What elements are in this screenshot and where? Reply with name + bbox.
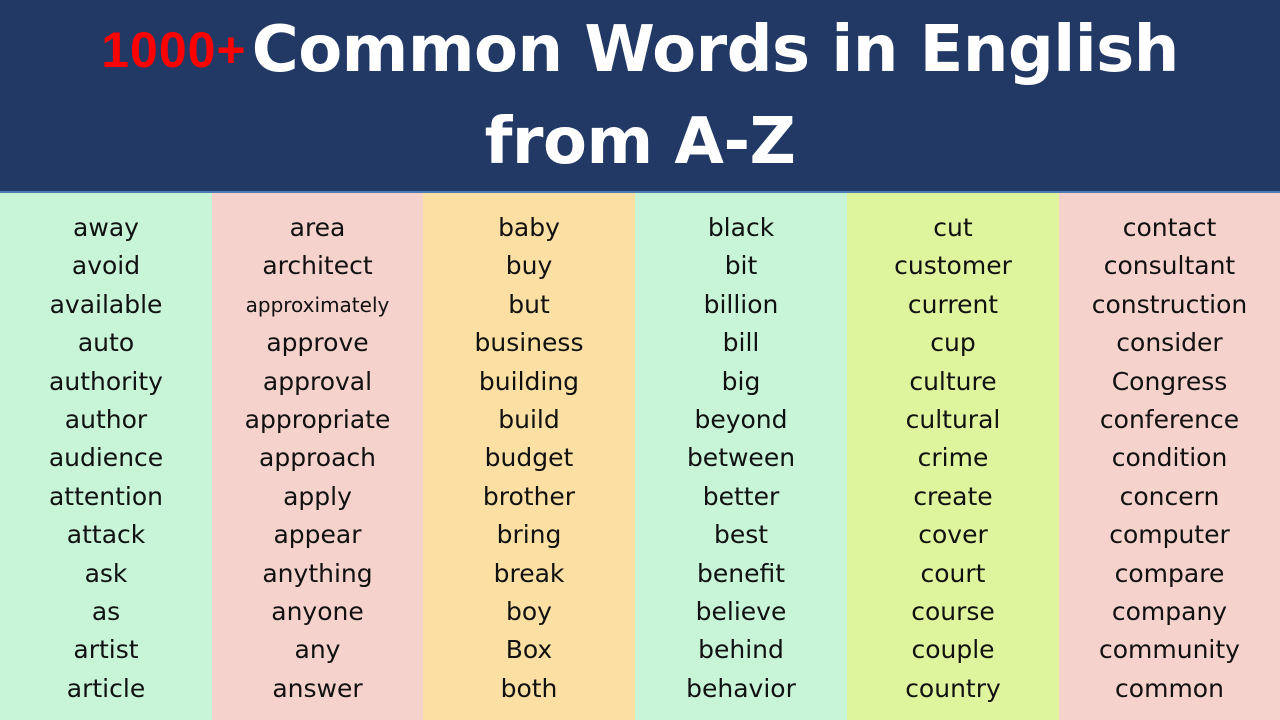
word-item: benefit [696, 558, 786, 588]
word-item: budget [484, 443, 574, 473]
word-item: article [66, 673, 146, 703]
word-item: business [474, 328, 584, 358]
word-count-badge: 1000+ [101, 22, 247, 78]
word-item: company [1111, 596, 1228, 626]
word-item: boy [506, 596, 552, 626]
word-item: approach [259, 443, 376, 473]
page-title: Common Words in English [251, 13, 1180, 87]
word-item: away [73, 213, 139, 242]
word-item: better [702, 481, 780, 511]
title-line-1: 1000+ Common Words in English [0, 8, 1280, 93]
word-column-a2: area architect approximately approve approva… [212, 193, 423, 720]
word-item: avoid [71, 251, 141, 281]
word-item: available [49, 289, 163, 319]
word-item: auto [77, 328, 135, 358]
word-item: artist [73, 635, 139, 665]
word-item: cultural [905, 404, 1001, 434]
word-item: break [493, 558, 565, 588]
word-item: country [905, 673, 1001, 703]
word-item: couple [911, 635, 995, 665]
word-item: compare [1114, 558, 1225, 588]
word-item: create [913, 481, 993, 511]
word-item: approximately [245, 292, 390, 317]
word-item: computer [1109, 520, 1230, 550]
word-item: area [289, 213, 346, 242]
word-item: authority [49, 366, 163, 396]
word-item: approval [262, 366, 373, 396]
word-item: beyond [694, 404, 788, 434]
word-item: buy [505, 251, 553, 281]
word-item: answer [272, 673, 363, 703]
word-item: community [1099, 635, 1240, 665]
word-item: course [911, 596, 995, 626]
word-item: behavior [686, 673, 796, 703]
word-item: concern [1119, 481, 1220, 511]
word-item: ask [84, 558, 128, 588]
word-column-c2: contact consultant construction consider Con… [1059, 193, 1280, 720]
word-item: crime [917, 443, 989, 473]
page-subtitle: from A-Z [484, 105, 796, 179]
word-item: bring [496, 520, 562, 550]
word-item: approve [266, 328, 369, 358]
word-item: current [907, 289, 999, 319]
word-item: attack [66, 520, 146, 550]
word-item: Congress [1111, 366, 1228, 396]
word-item: customer [894, 251, 1012, 281]
word-columns: away avoid available auto authority author aud… [0, 193, 1280, 720]
word-item: brother [482, 481, 576, 511]
word-item: between [686, 443, 796, 473]
word-item: build [498, 404, 560, 434]
word-item: construction [1091, 289, 1248, 319]
word-item: baby [498, 213, 560, 242]
word-item: appear [273, 520, 362, 550]
word-item: bit [724, 251, 758, 281]
word-item: anything [262, 558, 373, 588]
word-item: any [294, 635, 341, 665]
word-item: building [478, 366, 580, 396]
word-item: culture [909, 366, 997, 396]
word-item: conference [1099, 404, 1240, 434]
word-item: anyone [271, 596, 364, 626]
word-item: big [721, 366, 761, 396]
word-item: architect [262, 251, 373, 281]
word-item: Box [505, 635, 553, 665]
word-item: common [1115, 673, 1224, 703]
word-item: both [500, 673, 558, 703]
word-item: contact [1122, 213, 1217, 242]
word-item: best [713, 520, 769, 550]
word-column-b2: black bit billion bill big beyond between bette… [635, 193, 847, 720]
word-item: cover [918, 520, 988, 550]
word-item: appropriate [244, 404, 391, 434]
word-column-c1: cut customer current cup culture cultural crim… [847, 193, 1059, 720]
word-item: cup [930, 328, 976, 358]
word-item: behind [698, 635, 784, 665]
word-item: court [920, 558, 986, 588]
word-item: cut [933, 213, 973, 242]
word-item: black [707, 213, 775, 242]
word-item: condition [1111, 443, 1228, 473]
word-item: consider [1116, 328, 1223, 358]
word-item: audience [48, 443, 164, 473]
word-item: author [64, 404, 148, 434]
word-item: apply [283, 481, 352, 511]
word-item: bill [722, 328, 760, 358]
word-column-a1: away avoid available auto authority author aud… [0, 193, 212, 720]
word-item: consultant [1103, 251, 1236, 281]
word-item: attention [48, 481, 164, 511]
word-item: believe [695, 596, 787, 626]
word-column-b1: baby buy but business building build budget bro… [423, 193, 635, 720]
word-item: as [91, 596, 121, 626]
word-item: billion [703, 289, 779, 319]
word-item: but [508, 289, 550, 319]
title-banner: 1000+ Common Words in English from A-Z [0, 0, 1280, 193]
